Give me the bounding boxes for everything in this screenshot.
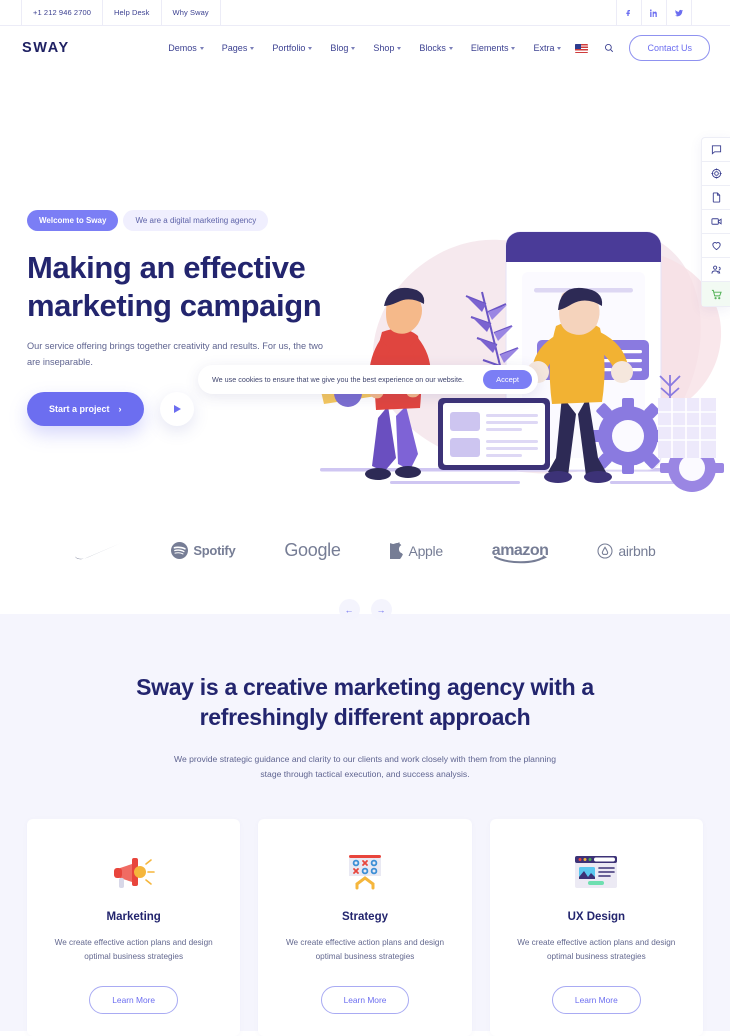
top-bar-links: +1 212 946 2700 Help Desk Why Sway [21,0,221,25]
spotify-label: Spotify [193,543,236,558]
twitter-icon[interactable] [666,0,692,25]
chat-icon[interactable] [702,138,730,162]
nav-label: Shop [373,43,395,53]
services-subtitle: We provide strategic guidance and clarit… [174,754,556,780]
top-bar: +1 212 946 2700 Help Desk Why Sway [0,0,730,26]
carousel-prev-button[interactable]: ← [338,599,360,620]
video-icon[interactable] [702,210,730,234]
target-icon[interactable] [702,162,730,186]
users-icon[interactable] [702,258,730,282]
nav-label: Elements [470,43,509,53]
flag-canton [575,43,582,49]
social-links [616,0,692,25]
chevron-down-icon [351,47,356,50]
learn-more-button[interactable]: Learn More [89,985,179,1014]
nav-item-shop[interactable]: Shop [364,43,410,53]
service-description: We create effective action plans and des… [285,938,445,962]
amazon-logo[interactable]: amazon [492,542,549,563]
nav-item-extra[interactable]: Extra [524,43,570,53]
chevron-down-icon [250,47,255,50]
search-icon[interactable] [599,43,619,53]
apple-label: Apple [408,542,444,559]
service-cards: Marketing We create effective action pla… [0,819,730,1036]
start-project-label: Start a project [49,404,110,415]
start-project-button[interactable]: Start a project › [27,392,144,427]
megaphone-icon [45,849,222,895]
brand-logos: Spotify Google Apple amazon airbnb [0,540,730,563]
play-video-button[interactable] [159,392,194,427]
brand-carousel-nav: ← → [0,599,730,620]
nav-item-portfolio[interactable]: Portfolio [263,43,321,53]
chevron-down-icon [397,47,402,50]
document-icon[interactable] [702,186,730,210]
site-logo[interactable]: SWAY [22,40,70,56]
nav-item-demos[interactable]: Demos [159,43,213,53]
nav-label: Extra [533,43,555,53]
nav-label: Pages [221,43,248,53]
cookie-banner: We use cookies to ensure that we give yo… [198,365,538,394]
spotify-logo[interactable]: Spotify [171,542,236,559]
contact-us-button[interactable]: Contact Us [629,35,710,61]
chevron-down-icon [511,47,516,50]
airbnb-label: airbnb [618,542,656,559]
hero-section: Welcome to Sway We are a digital marketi… [0,70,730,630]
services-title: Sway is a creative marketing agency with… [136,674,594,731]
tactics-board-icon [276,849,453,895]
service-title: Strategy [341,911,388,924]
service-title: Marketing [106,911,161,924]
play-icon [174,405,182,414]
us-flag-icon[interactable] [575,43,589,53]
arrow-right-icon: › [118,404,122,415]
cookie-accept-button[interactable]: Accept [483,370,532,389]
chevron-down-icon [557,47,562,50]
side-toolbar [701,137,730,307]
tagline-badge: We are a digital marketing agency [123,210,269,231]
learn-more-button[interactable]: Learn More [320,985,410,1014]
service-description: We create effective action plans and des… [517,938,676,962]
learn-more-button[interactable]: Learn More [551,985,641,1014]
hero-title: Making an effective marketing campaign [27,250,322,323]
nav-item-pages[interactable]: Pages [213,43,264,53]
linkedin-icon[interactable] [641,0,667,25]
top-bar-spacer [221,0,617,25]
chevron-down-icon [199,47,204,50]
service-card-strategy[interactable]: Strategy We create effective action plan… [258,819,472,1036]
nike-logo[interactable] [74,542,122,560]
services-section: Sway is a creative marketing agency with… [0,614,730,1036]
phone-link[interactable]: +1 212 946 2700 [21,0,104,25]
heart-icon[interactable] [702,234,730,258]
nav-label: Portfolio [272,43,306,53]
service-title: UX Design [567,911,626,924]
nav-label: Blocks [419,43,446,53]
why-sway-link[interactable]: Why Sway [160,0,221,25]
google-logo[interactable]: Google [284,540,341,561]
chevron-down-icon [448,47,453,50]
hero-actions: Start a project › [27,392,387,427]
google-label: Google [284,540,341,560]
nav-item-elements[interactable]: Elements [462,43,525,53]
help-desk-link[interactable]: Help Desk [102,0,162,25]
cookie-message: We use cookies to ensure that we give yo… [212,375,464,384]
hero-badges: Welcome to Sway We are a digital marketi… [27,210,387,231]
nav-item-blocks[interactable]: Blocks [410,43,462,53]
airbnb-logo[interactable]: airbnb [597,542,656,559]
service-card-marketing[interactable]: Marketing We create effective action pla… [27,819,241,1036]
nav-item-blog[interactable]: Blog [321,43,364,53]
welcome-badge: Welcome to Sway [27,210,119,231]
browser-window-icon [508,849,685,895]
facebook-icon[interactable] [616,0,642,25]
nav-label: Demos [168,43,197,53]
main-navigation: Demos Pages Portfolio Blog Shop Blocks E… [159,35,710,61]
site-header: SWAY Demos Pages Portfolio Blog Shop Blo… [0,26,730,70]
carousel-next-button[interactable]: → [370,599,392,620]
apple-logo[interactable]: Apple [389,542,444,559]
service-card-ux-design[interactable]: UX Design We create effective action pla… [489,819,703,1036]
cart-icon[interactable] [702,282,730,306]
nav-label: Blog [330,43,349,53]
chevron-down-icon [308,47,313,50]
service-description: We create effective action plans and des… [54,938,213,962]
